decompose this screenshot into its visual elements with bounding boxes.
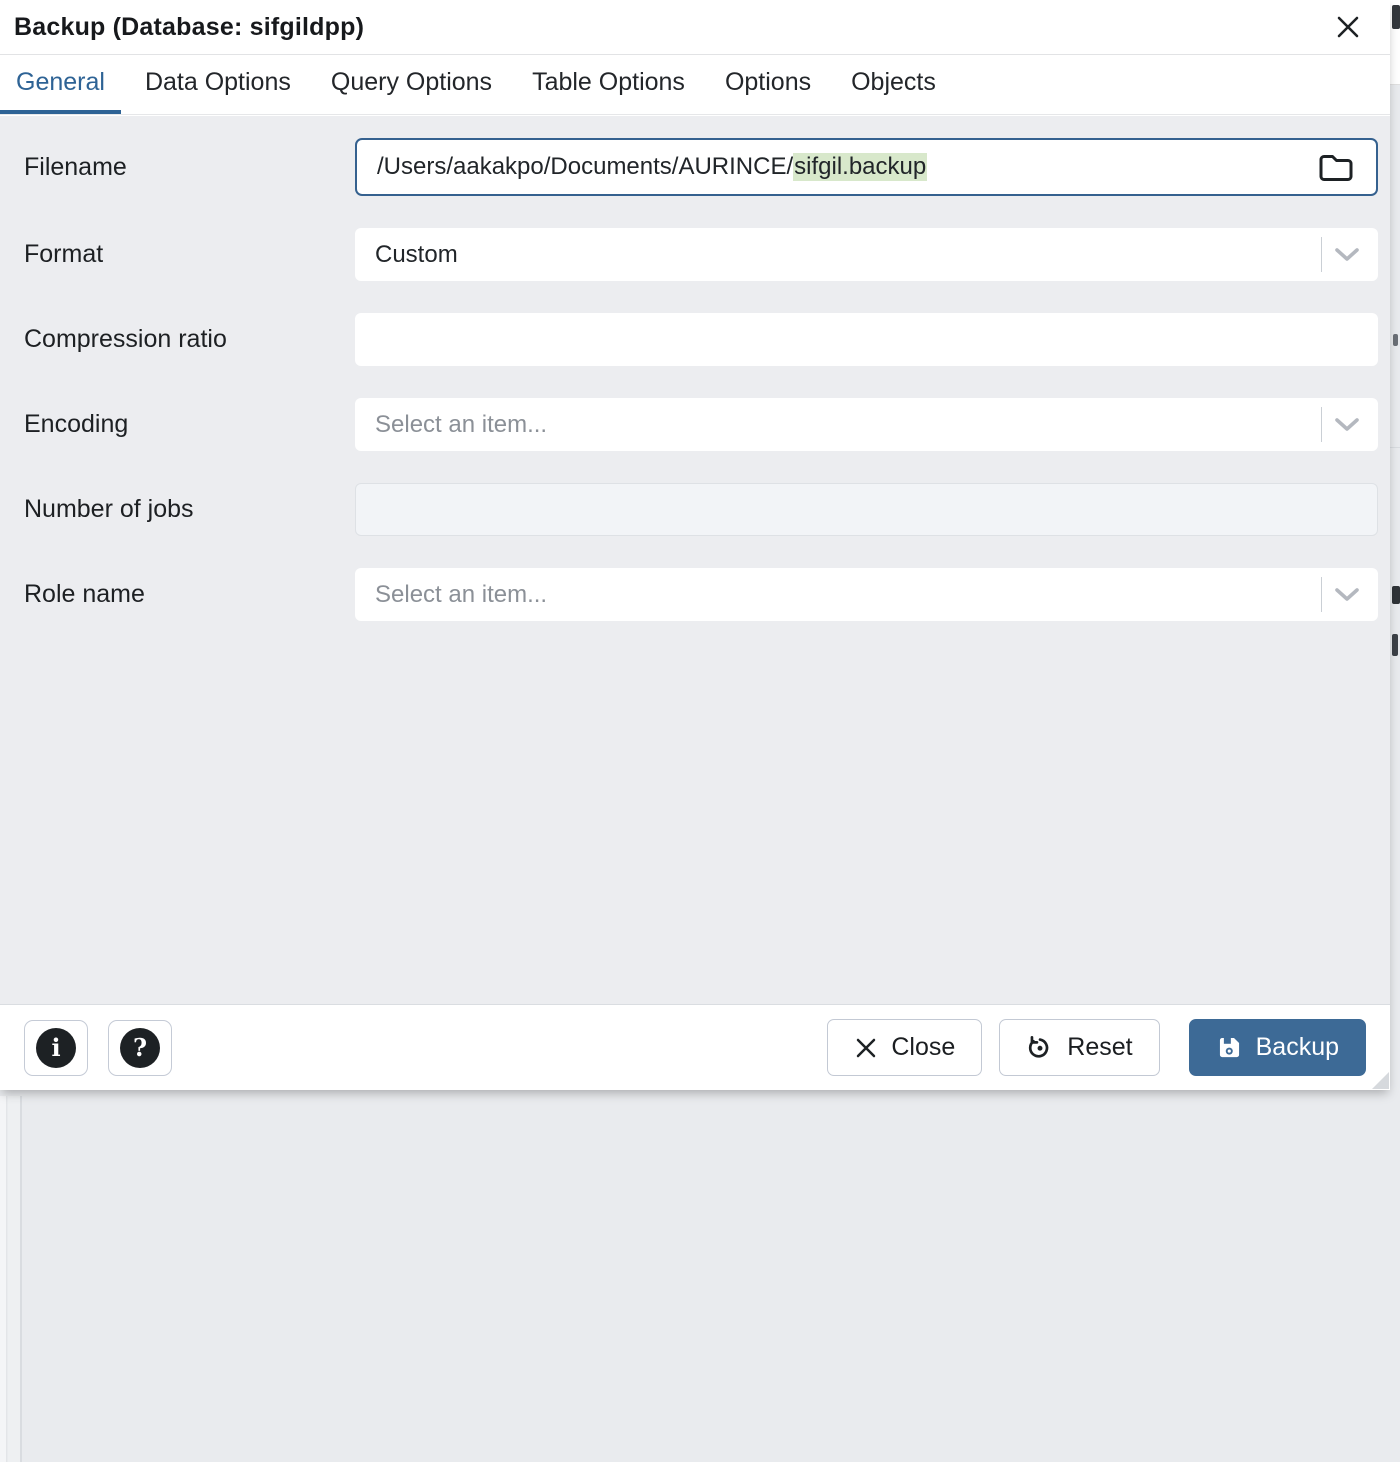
encoding-placeholder: Select an item... xyxy=(375,411,547,439)
role-name-row: Role name Select an item... xyxy=(24,568,1378,621)
format-select[interactable]: Custom xyxy=(355,228,1378,281)
number-of-jobs-input xyxy=(355,483,1378,536)
encoding-row: Encoding Select an item... xyxy=(24,398,1378,451)
select-divider xyxy=(1321,577,1322,612)
info-button[interactable]: i xyxy=(24,1020,88,1076)
role-name-placeholder: Select an item... xyxy=(375,581,547,609)
dialog-footer: i ? Close Reset xyxy=(0,1004,1390,1090)
close-icon[interactable] xyxy=(1328,7,1368,47)
backup-button-label: Backup xyxy=(1256,1033,1339,1062)
background-text-fragment xyxy=(1392,634,1398,656)
info-icon: i xyxy=(36,1028,76,1068)
tab-options[interactable]: Options xyxy=(709,55,827,114)
select-divider xyxy=(1321,407,1322,442)
reset-button-label: Reset xyxy=(1067,1033,1132,1062)
dialog-body: Filename /Users/aakakpo/Documents/AURINC… xyxy=(0,116,1390,1004)
resize-handle[interactable] xyxy=(1372,1072,1389,1089)
save-icon xyxy=(1216,1034,1243,1061)
reset-icon xyxy=(1026,1034,1054,1062)
backup-dialog: Backup (Database: sifgildpp) General Dat… xyxy=(0,0,1390,1090)
background-app-area xyxy=(0,1090,1400,1462)
filename-row: Filename /Users/aakakpo/Documents/AURINC… xyxy=(24,138,1378,196)
chevron-down-icon xyxy=(1330,568,1364,621)
compression-ratio-input[interactable] xyxy=(355,313,1378,366)
format-select-value: Custom xyxy=(375,241,458,269)
tab-table-options[interactable]: Table Options xyxy=(516,55,701,114)
dialog-title: Backup (Database: sifgildpp) xyxy=(14,13,364,42)
encoding-label: Encoding xyxy=(24,410,355,439)
tab-data-options[interactable]: Data Options xyxy=(129,55,307,114)
close-button[interactable]: Close xyxy=(827,1019,982,1076)
reset-button[interactable]: Reset xyxy=(999,1019,1159,1076)
background-text-fragment xyxy=(1393,334,1398,346)
format-row: Format Custom xyxy=(24,228,1378,281)
compression-ratio-row: Compression ratio xyxy=(24,313,1378,366)
filename-selected-text: sifgil.backup xyxy=(793,153,927,181)
backup-button[interactable]: Backup xyxy=(1189,1019,1366,1076)
filename-label: Filename xyxy=(24,153,355,182)
background-icon-fragment xyxy=(1392,5,1400,29)
chevron-down-icon xyxy=(1330,398,1364,451)
background-right-strip xyxy=(1390,0,1400,1462)
close-button-label: Close xyxy=(891,1033,955,1062)
folder-icon[interactable] xyxy=(1304,142,1368,192)
background-divider-fragment xyxy=(1390,447,1400,448)
number-of-jobs-row: Number of jobs xyxy=(24,483,1378,536)
encoding-select[interactable]: Select an item... xyxy=(355,398,1378,451)
role-name-label: Role name xyxy=(24,580,355,609)
help-icon: ? xyxy=(120,1028,160,1068)
x-icon xyxy=(854,1036,878,1060)
filename-input[interactable]: /Users/aakakpo/Documents/AURINCE/sifgil.… xyxy=(355,138,1378,196)
compression-ratio-label: Compression ratio xyxy=(24,325,355,354)
background-left-strip xyxy=(0,1096,7,1462)
dialog-titlebar: Backup (Database: sifgildpp) xyxy=(0,0,1390,55)
role-name-select[interactable]: Select an item... xyxy=(355,568,1378,621)
chevron-down-icon xyxy=(1330,228,1364,281)
filename-value: /Users/aakakpo/Documents/AURINCE/sifgil.… xyxy=(377,153,927,181)
help-button[interactable]: ? xyxy=(108,1020,172,1076)
tab-query-options[interactable]: Query Options xyxy=(315,55,508,114)
tab-bar: General Data Options Query Options Table… xyxy=(0,55,1390,115)
tab-general[interactable]: General xyxy=(0,55,121,114)
select-divider xyxy=(1321,237,1322,272)
background-text-fragment xyxy=(1392,586,1400,604)
format-label: Format xyxy=(24,240,355,269)
background-left-panel-edge xyxy=(8,1096,22,1462)
number-of-jobs-label: Number of jobs xyxy=(24,495,355,524)
tab-objects[interactable]: Objects xyxy=(835,55,952,114)
